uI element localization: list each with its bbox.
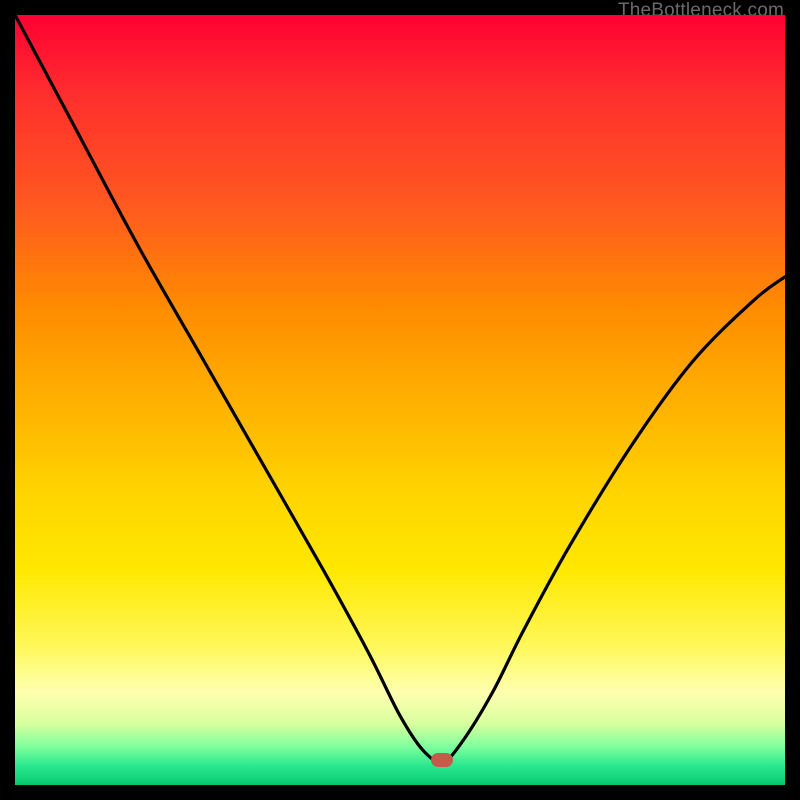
curve-layer: [15, 15, 785, 785]
optimum-marker: [431, 753, 453, 767]
plot-area: [15, 15, 785, 785]
bottleneck-curve: [15, 15, 785, 762]
chart-stage: TheBottleneck.com: [0, 0, 800, 800]
